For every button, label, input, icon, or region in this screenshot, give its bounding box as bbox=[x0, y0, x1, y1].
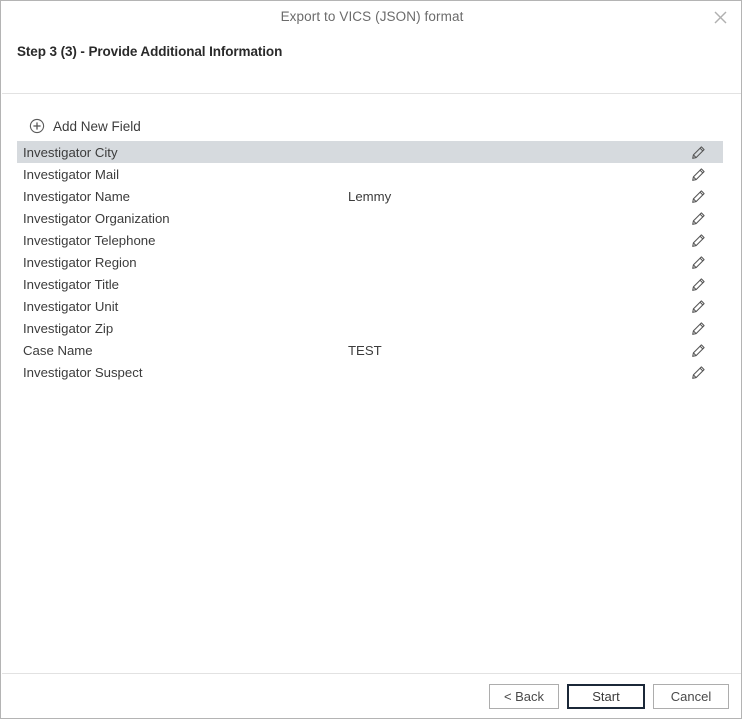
field-name: Investigator Organization bbox=[23, 210, 170, 226]
field-name: Investigator Title bbox=[23, 276, 120, 292]
pencil-icon bbox=[691, 321, 706, 336]
field-name: Investigator Name bbox=[23, 188, 131, 204]
close-button[interactable] bbox=[703, 3, 737, 31]
step-heading: Step 3 (3) - Provide Additional Informat… bbox=[17, 44, 283, 59]
field-row[interactable]: Investigator Name Lemmy bbox=[17, 185, 723, 207]
edit-field-button[interactable] bbox=[689, 319, 707, 337]
field-row[interactable]: Investigator Mail bbox=[17, 163, 723, 185]
pencil-icon bbox=[691, 365, 706, 380]
field-row[interactable]: Investigator Region bbox=[17, 251, 723, 273]
edit-field-button[interactable] bbox=[689, 231, 707, 249]
edit-field-button[interactable] bbox=[689, 275, 707, 293]
edit-field-button[interactable] bbox=[689, 187, 707, 205]
field-row[interactable]: Investigator Zip bbox=[17, 317, 723, 339]
pencil-icon bbox=[691, 189, 706, 204]
field-name: Investigator Zip bbox=[23, 320, 114, 336]
field-row[interactable]: Investigator Telephone bbox=[17, 229, 723, 251]
field-row[interactable]: Investigator City bbox=[17, 141, 723, 163]
pencil-icon bbox=[691, 343, 706, 358]
pencil-icon bbox=[691, 211, 706, 226]
field-name: Investigator Mail bbox=[23, 166, 120, 182]
add-new-field-button[interactable]: Add New Field bbox=[29, 116, 141, 136]
additional-info-field-list: Investigator City Investigator Mail Invest… bbox=[17, 141, 723, 383]
edit-field-button[interactable] bbox=[689, 165, 707, 183]
field-name: Investigator Suspect bbox=[23, 364, 143, 380]
dialog-title: Export to VICS (JSON) format bbox=[280, 9, 464, 24]
pencil-icon bbox=[691, 167, 706, 182]
edit-field-button[interactable] bbox=[689, 341, 707, 359]
close-icon bbox=[714, 11, 727, 24]
field-row[interactable]: Investigator Organization bbox=[17, 207, 723, 229]
pencil-icon bbox=[691, 277, 706, 292]
edit-field-button[interactable] bbox=[689, 297, 707, 315]
start-button[interactable]: Start bbox=[567, 684, 645, 709]
edit-field-button[interactable] bbox=[689, 143, 707, 161]
field-name: Case Name bbox=[23, 342, 93, 358]
add-new-field-label: Add New Field bbox=[53, 118, 141, 134]
cancel-button[interactable]: Cancel bbox=[653, 684, 729, 709]
edit-field-button[interactable] bbox=[689, 253, 707, 271]
pencil-icon bbox=[691, 255, 706, 270]
edit-field-button[interactable] bbox=[689, 363, 707, 381]
back-button[interactable]: < Back bbox=[489, 684, 559, 709]
field-value: Lemmy bbox=[348, 188, 392, 204]
dialog-titlebar: Export to VICS (JSON) format bbox=[1, 1, 741, 32]
plus-circle-icon bbox=[29, 118, 45, 134]
field-row[interactable]: Case Name TEST bbox=[17, 339, 723, 361]
pencil-icon bbox=[691, 233, 706, 248]
field-name: Investigator Region bbox=[23, 254, 137, 270]
export-vics-dialog: Export to VICS (JSON) format Step 3 (3) … bbox=[0, 0, 742, 719]
header-separator bbox=[2, 93, 741, 94]
pencil-icon bbox=[691, 145, 706, 160]
dialog-footer: < Back Start Cancel bbox=[1, 674, 741, 718]
field-value: TEST bbox=[348, 342, 382, 358]
edit-field-button[interactable] bbox=[689, 209, 707, 227]
field-row[interactable]: Investigator Suspect bbox=[17, 361, 723, 383]
pencil-icon bbox=[691, 299, 706, 314]
field-row[interactable]: Investigator Title bbox=[17, 273, 723, 295]
field-name: Investigator Telephone bbox=[23, 232, 156, 248]
field-name: Investigator City bbox=[23, 144, 118, 160]
field-row[interactable]: Investigator Unit bbox=[17, 295, 723, 317]
field-name: Investigator Unit bbox=[23, 298, 119, 314]
